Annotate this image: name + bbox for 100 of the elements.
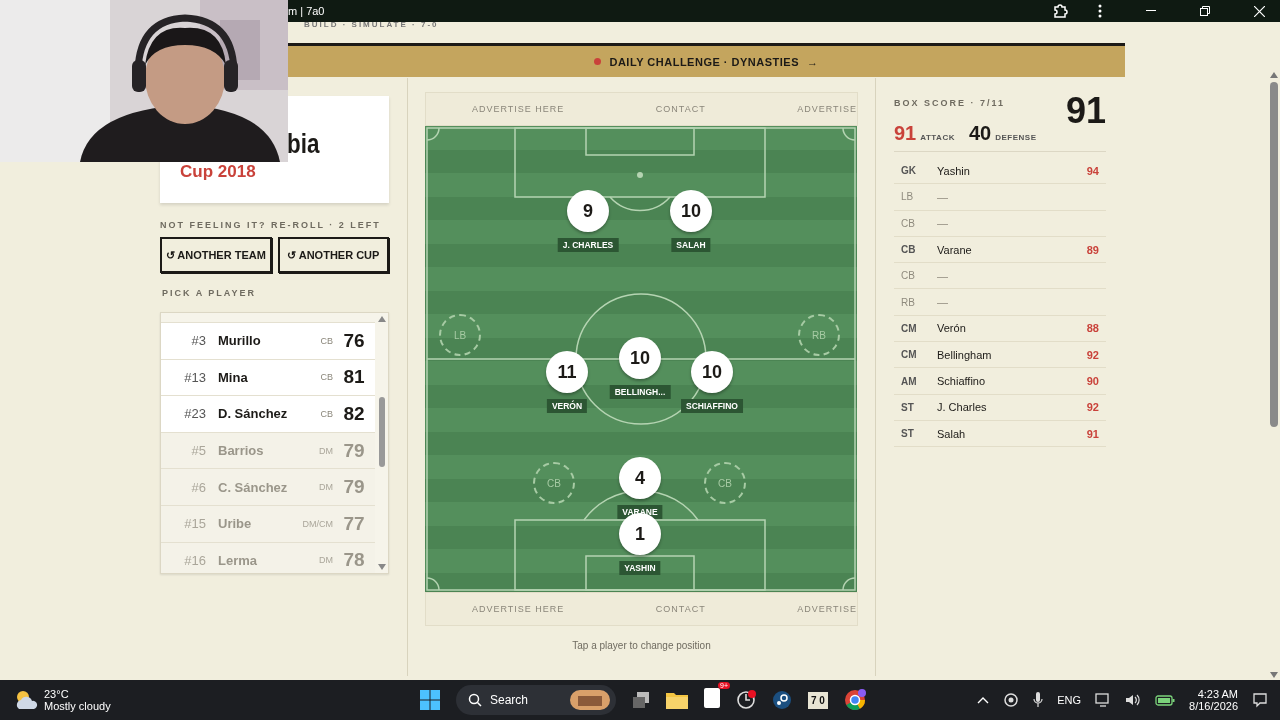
- player-position: DM: [319, 482, 333, 493]
- player-number: #5: [190, 443, 206, 459]
- windows-icon[interactable]: [420, 690, 440, 710]
- scroll-down-icon[interactable]: [1270, 672, 1278, 678]
- menu-icon[interactable]: [1098, 4, 1102, 18]
- player-name: —: [937, 269, 949, 282]
- reroll-label: NOT FEELING IT? RE-ROLL · 2 LEFT: [160, 220, 382, 230]
- chevron-up-icon[interactable]: [977, 696, 990, 704]
- tagline: BUILD · SIMULATE · 7-0: [304, 20, 439, 29]
- folder-icon[interactable]: [666, 691, 688, 709]
- team-title: bia: [287, 128, 320, 160]
- player-name: Schiaffino: [937, 375, 987, 387]
- player-position: CB: [320, 335, 333, 346]
- player-row[interactable]: #23 D. Sánchez CB 82: [161, 395, 375, 432]
- minimize-icon[interactable]: [1146, 10, 1156, 12]
- tray-app-icon[interactable]: [1003, 692, 1020, 708]
- player-name: J. Charles: [937, 401, 988, 414]
- position-label: ST: [900, 401, 915, 413]
- cup-title: Cup 2018: [180, 162, 257, 182]
- search-highlight-icon: [570, 690, 610, 710]
- player-rating: 92: [1086, 348, 1099, 361]
- microphone-icon[interactable]: [1033, 692, 1044, 708]
- player-rating: 79: [342, 476, 366, 499]
- position-label: CB: [900, 217, 916, 229]
- battery-icon[interactable]: [1155, 694, 1176, 706]
- scroll-up-icon[interactable]: [377, 316, 386, 322]
- player-name: Barrios: [218, 443, 265, 459]
- player-position: DM: [319, 555, 333, 566]
- position-label: CB: [900, 270, 916, 282]
- weather-condition: Mostly cloudy: [44, 700, 111, 712]
- arrow-icon: →: [807, 55, 819, 68]
- search-icon: [468, 693, 482, 707]
- player-rating: 81: [342, 366, 366, 389]
- temperature: 23°C: [44, 688, 70, 700]
- player-name: Varane: [937, 243, 973, 256]
- player-tag: SALAH: [671, 238, 711, 252]
- player-name: Lerma: [218, 552, 259, 568]
- player-rating: 76: [342, 329, 366, 352]
- dot-icon: [594, 58, 602, 65]
- reroll-button[interactable]: ↺ ANOTHER CUP: [277, 237, 389, 273]
- player-name: —: [937, 296, 949, 309]
- player-rating: 89: [1086, 243, 1099, 256]
- challenge-banner[interactable]: DAILY CHALLENGE · DYNASTIES →: [288, 43, 1125, 77]
- player-rating: 88: [1086, 322, 1099, 335]
- player-number: #23: [183, 406, 206, 422]
- player-row[interactable]: #3 Murillo CB 76: [161, 322, 375, 359]
- steam-icon[interactable]: [772, 690, 792, 710]
- position-label: GK: [900, 165, 917, 177]
- player-rating: 78: [342, 549, 366, 572]
- position-label: CM: [900, 322, 918, 334]
- task-view-icon[interactable]: [632, 691, 650, 709]
- position-label: ST: [900, 428, 915, 440]
- defense-label: DEFENSE: [995, 133, 1037, 142]
- player-tag: SCHIAFFINO: [681, 399, 743, 413]
- player-name: Bellingham: [937, 348, 993, 361]
- notifications-icon[interactable]: [1252, 692, 1268, 708]
- player-name: Salah: [937, 427, 967, 440]
- box-score-label: BOX SCORE · 7/11: [894, 98, 1007, 108]
- player-rating: 91: [1086, 427, 1099, 440]
- app-icon[interactable]: [736, 690, 756, 710]
- player-position: DM/CM: [302, 518, 333, 529]
- clock-time[interactable]: 4:23 AM: [1189, 688, 1238, 700]
- network-icon[interactable]: [1095, 693, 1112, 707]
- search-field[interactable]: Search: [456, 685, 616, 715]
- banner-text: DAILY CHALLENGE · DYNASTIES: [609, 55, 799, 68]
- chrome-icon[interactable]: [843, 689, 866, 711]
- maximize-icon[interactable]: [1200, 6, 1210, 16]
- page-scrollbar[interactable]: [1268, 70, 1280, 680]
- player-name: C. Sánchez: [218, 479, 289, 495]
- player-row[interactable]: #13 Mina CB 81: [161, 358, 375, 396]
- scroll-up-icon[interactable]: [1270, 72, 1278, 78]
- player-name: —: [937, 217, 949, 230]
- total-score: 91: [1065, 90, 1106, 133]
- player-rating: 82: [342, 403, 366, 425]
- extensions-icon[interactable]: [1052, 3, 1068, 19]
- attack-label: ATTACK: [920, 133, 955, 142]
- player-number: #15: [183, 516, 206, 532]
- position-label: CM: [900, 349, 918, 361]
- weather-icon[interactable]: [14, 689, 40, 711]
- close-icon[interactable]: [1254, 5, 1265, 17]
- position-label: CB: [900, 244, 917, 256]
- player-name: Murillo: [218, 333, 262, 349]
- speaker-icon[interactable]: [1125, 693, 1142, 707]
- player-tag: YASHIN: [619, 561, 661, 575]
- language-indicator[interactable]: ENG: [1057, 694, 1082, 706]
- player-name: Uribe: [218, 516, 253, 532]
- reroll-button[interactable]: ↺ ANOTHER TEAM: [160, 237, 272, 273]
- player-name: Yashin: [937, 164, 971, 177]
- position-label: AM: [900, 375, 918, 387]
- app-tile[interactable]: 7 0: [808, 691, 828, 709]
- player-number: #6: [190, 479, 206, 495]
- player-rating: 94: [1086, 164, 1099, 177]
- hint-text: Tap a player to change position: [571, 640, 712, 651]
- scroll-down-icon[interactable]: [377, 564, 386, 570]
- player-number: #13: [183, 369, 206, 385]
- clock-date[interactable]: 8/16/2026: [1189, 700, 1238, 712]
- player-rating: 90: [1086, 375, 1099, 387]
- window-title: m | 7a0: [288, 5, 325, 17]
- player-position: CB: [320, 372, 333, 383]
- position-label: RB: [900, 296, 916, 308]
